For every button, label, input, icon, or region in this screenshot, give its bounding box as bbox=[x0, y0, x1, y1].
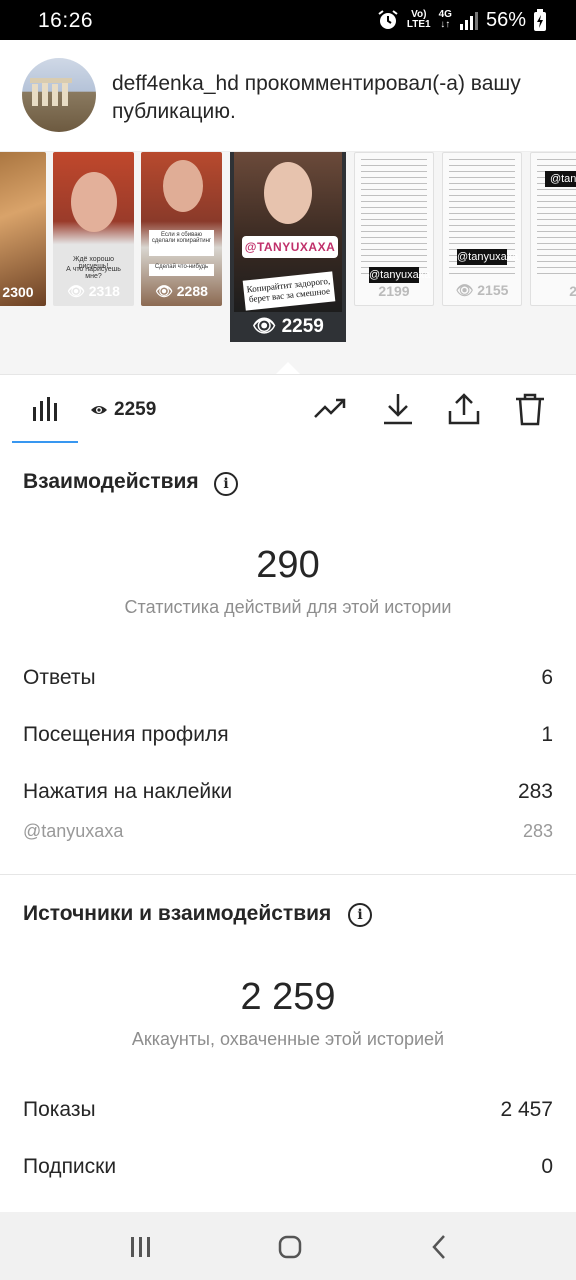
story-quote: Копирайтит задорого, берет вас за смешно… bbox=[242, 271, 336, 311]
trash-icon[interactable] bbox=[512, 391, 548, 427]
story-thumbnail[interactable]: Если я сбиваю сделали копирайтинг Сделай… bbox=[141, 152, 222, 306]
status-time: 16:26 bbox=[38, 9, 94, 32]
sources-title: Источники и взаимодействия bbox=[23, 902, 332, 925]
battery-icon bbox=[534, 9, 546, 31]
selection-pointer bbox=[276, 362, 300, 374]
stat-label: Ответы bbox=[23, 666, 96, 689]
stat-value: 283 bbox=[522, 821, 553, 841]
stat-label: Нажатия на наклейки bbox=[23, 780, 233, 803]
home-icon[interactable] bbox=[275, 1232, 305, 1262]
stat-row-profile-visits: Посещения профиля 1 bbox=[23, 723, 553, 747]
sources-total: 2 259 bbox=[240, 976, 336, 1018]
back-icon[interactable] bbox=[425, 1232, 455, 1262]
recent-apps-icon[interactable] bbox=[126, 1232, 156, 1262]
bar-chart-icon[interactable] bbox=[30, 393, 60, 423]
stat-value: 6 bbox=[541, 666, 553, 689]
stat-row-follows: Подписки 0 bbox=[23, 1155, 553, 1179]
selected-story-image: @TANYUXAXA Копирайтит задорого, берет ва… bbox=[234, 152, 342, 312]
stat-label: Показы bbox=[23, 1098, 96, 1121]
status-bar: 16:26 Vo) LTE1 4G ↓↑ 56% bbox=[0, 0, 576, 40]
story-views: 2199 bbox=[378, 283, 410, 299]
story-caption: Сделай что-нибудь bbox=[149, 264, 214, 276]
interactions-title: Взаимодействия bbox=[23, 470, 199, 493]
stat-row-sticker-mention: @tanyuxaxa 283 bbox=[23, 821, 553, 842]
avatar bbox=[22, 58, 96, 132]
status-icons: Vo) LTE1 4G ↓↑ 56% bbox=[377, 7, 546, 33]
story-thumbnail[interactable]: @tanyuxaxa 👁 2155 bbox=[442, 152, 522, 306]
download-icon[interactable] bbox=[380, 391, 416, 427]
system-nav-bar bbox=[0, 1212, 576, 1280]
views-tab[interactable]: 2259 bbox=[90, 399, 156, 421]
selected-story-views: 👁 2259 bbox=[252, 316, 324, 337]
info-icon[interactable]: i bbox=[348, 903, 372, 927]
story-strip[interactable]: 2300 Ждё хорошо рисуешь! А что нарисуешь… bbox=[0, 152, 576, 374]
sources-subtitle: Аккаунты, охваченные этой историей bbox=[131, 1029, 445, 1049]
share-icon[interactable] bbox=[446, 391, 482, 427]
alarm-icon bbox=[378, 10, 398, 29]
stat-label: Подписки bbox=[23, 1155, 117, 1178]
stat-label: Посещения профиля bbox=[23, 723, 229, 746]
stat-row-replies: Ответы 6 bbox=[23, 666, 553, 690]
story-views: 👁 2318 bbox=[67, 283, 120, 299]
network-4g: 4G ↓↑ bbox=[438, 9, 452, 30]
stat-row-sticker-taps: Нажатия на наклейки 283 bbox=[23, 780, 553, 804]
story-tag: @tanyuxaxa bbox=[369, 267, 431, 283]
signal-icon bbox=[459, 12, 478, 30]
notification-text: deff4enka_hd прокомментировал(-а) вашу п… bbox=[112, 72, 521, 123]
story-caption: А что нарисуешь мне? bbox=[66, 266, 121, 280]
story-views: 👁 2288 bbox=[155, 283, 208, 299]
story-tag: @tanyu bbox=[545, 171, 576, 187]
selected-story[interactable]: @TANYUXAXA Копирайтит задорого, берет ва… bbox=[230, 152, 346, 342]
story-views: 👁 2155 bbox=[455, 282, 509, 298]
story-thumbnail[interactable]: @tanyu 2 bbox=[530, 152, 576, 306]
stat-row-impressions: Показы 2 457 bbox=[23, 1098, 553, 1122]
eye-icon bbox=[91, 406, 107, 414]
battery-percent: 56% bbox=[485, 8, 526, 31]
stat-value: 1 bbox=[541, 723, 553, 746]
tab-indicator bbox=[12, 441, 78, 443]
network-volte: Vo) LTE1 bbox=[406, 9, 431, 30]
story-views: 2300 bbox=[2, 284, 34, 300]
story-thumbnail[interactable]: Ждё хорошо рисуешь! А что нарисуешь мне?… bbox=[53, 152, 134, 306]
story-caption: Если я сбиваю сделали копирайтинг bbox=[149, 230, 214, 256]
story-thumbnail[interactable]: @tanyuxaxa 2199 bbox=[354, 152, 434, 306]
story-thumbnail[interactable]: 2300 bbox=[0, 152, 46, 306]
views-count: 2259 bbox=[114, 399, 157, 420]
stat-value: 0 bbox=[541, 1155, 553, 1178]
stat-label: @tanyuxaxa bbox=[23, 821, 124, 841]
info-icon[interactable]: i bbox=[214, 472, 238, 496]
trending-icon[interactable] bbox=[312, 391, 348, 427]
section-divider bbox=[0, 874, 576, 875]
insights-toolbar: 2259 bbox=[0, 374, 576, 444]
interactions-subtitle: Статистика действий для этой истории bbox=[124, 597, 452, 617]
stat-value: 2 457 bbox=[500, 1098, 553, 1121]
interactions-total: 290 bbox=[256, 544, 320, 586]
stat-value: 283 bbox=[517, 780, 553, 803]
story-tag: @tanyuxaxa bbox=[457, 249, 519, 265]
comment-notification[interactable]: deff4enka_hd прокомментировал(-а) вашу п… bbox=[0, 40, 576, 152]
story-views: 2 bbox=[531, 283, 576, 299]
mention-sticker: @TANYUXAXA bbox=[242, 236, 338, 258]
